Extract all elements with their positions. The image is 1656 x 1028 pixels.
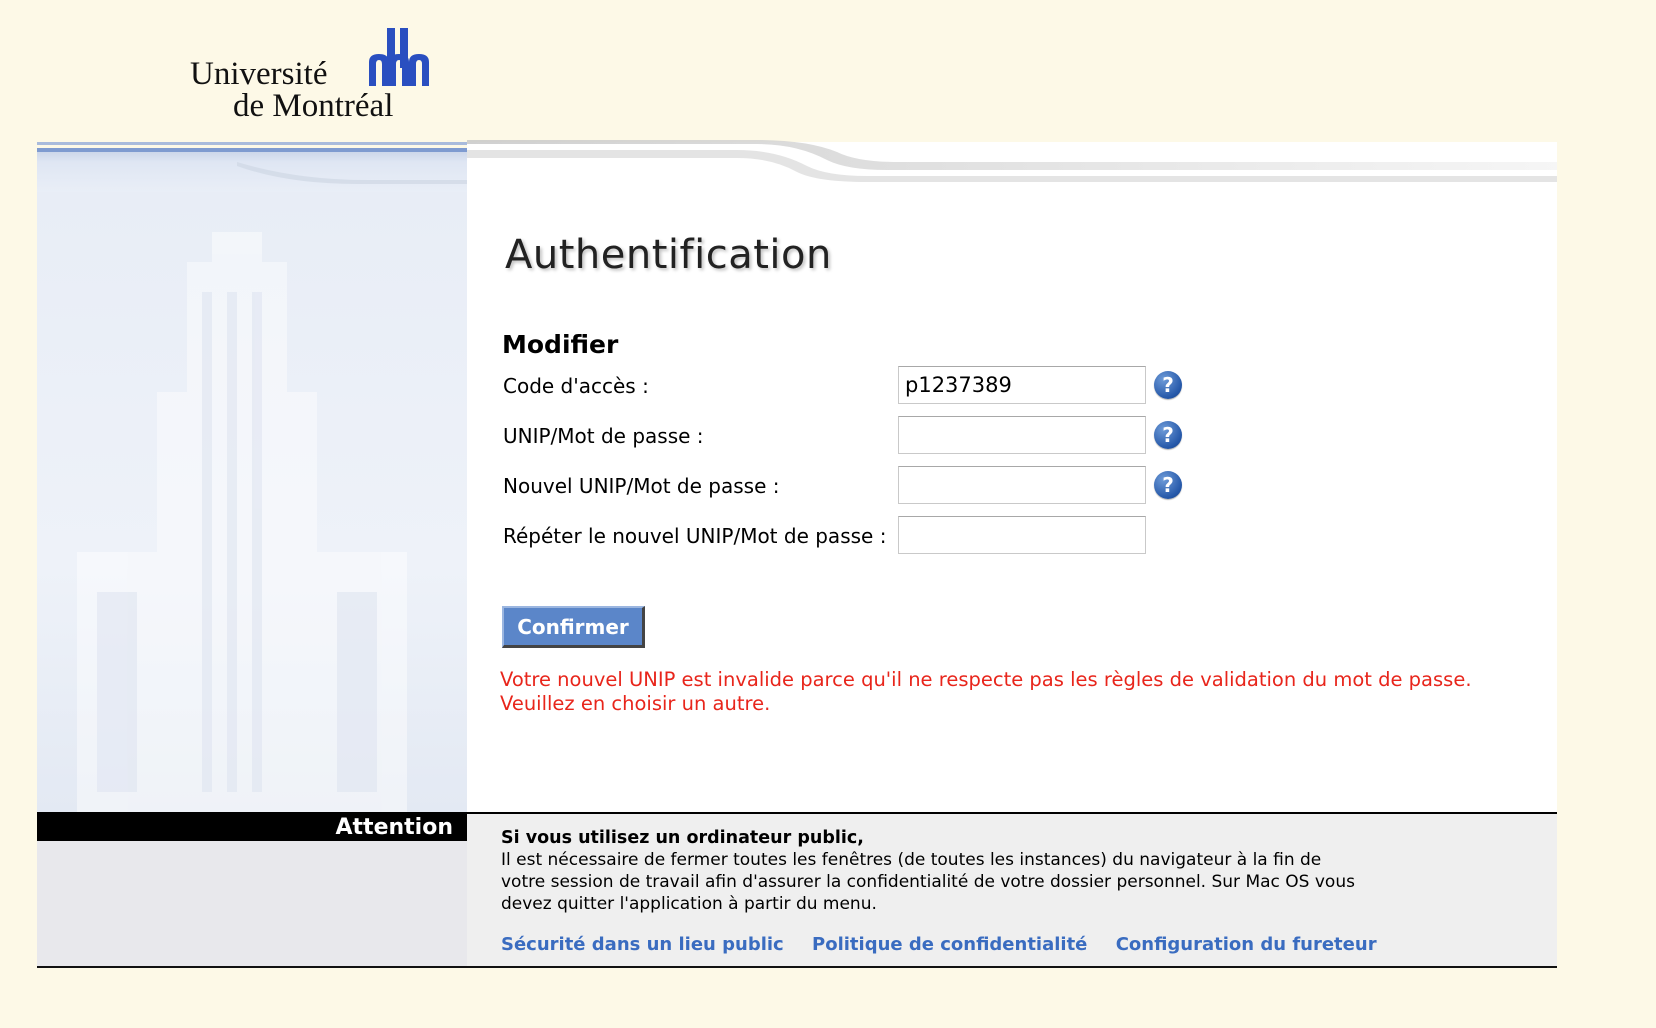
footer-left-panel: [37, 841, 467, 966]
repeat-password-label: Répéter le nouvel UNIP/Mot de passe :: [503, 524, 887, 548]
form-row-access-code: Code d'accès : ?: [503, 366, 1223, 406]
new-password-input[interactable]: [898, 466, 1146, 504]
page-subtitle: Modifier: [502, 330, 619, 359]
access-code-input[interactable]: [898, 366, 1146, 404]
link-public-security[interactable]: Sécurité dans un lieu public: [501, 934, 784, 955]
udem-logo: Université de Montréal: [190, 28, 435, 128]
link-privacy-policy[interactable]: Politique de confidentialité: [812, 934, 1087, 955]
help-icon-new-password[interactable]: ?: [1154, 471, 1182, 499]
help-icon-access-code[interactable]: ?: [1154, 371, 1182, 399]
notice-line-2: votre session de travail afin d'assurer …: [501, 872, 1355, 892]
access-code-label: Code d'accès :: [503, 374, 649, 398]
help-icon-password[interactable]: ?: [1154, 421, 1182, 449]
attention-bar: Attention: [37, 814, 467, 841]
footer-divider-bottom: [37, 966, 1557, 968]
attention-label: Attention: [335, 815, 453, 840]
header-band: [37, 140, 1557, 192]
header-swoosh: [237, 140, 1557, 184]
logo-text-line2: de Montréal: [233, 88, 394, 124]
page-title: Authentification: [505, 232, 832, 278]
udem-emblem-icon: [369, 28, 429, 86]
form-row-new-password: Nouvel UNIP/Mot de passe : ?: [503, 466, 1223, 506]
sidebar-decoration: [37, 192, 467, 812]
password-input[interactable]: [898, 416, 1146, 454]
main-panel: Authentification Modifier Code d'accès :…: [467, 192, 1557, 812]
link-browser-config[interactable]: Configuration du fureteur: [1116, 934, 1377, 955]
notice-line-3: devez quitter l'application à partir du …: [501, 894, 877, 914]
notice-body: Il est nécessaire de fermer toutes les f…: [501, 849, 1421, 915]
confirm-button[interactable]: Confirmer: [502, 606, 645, 648]
repeat-password-input[interactable]: [898, 516, 1146, 554]
password-label: UNIP/Mot de passe :: [503, 424, 704, 448]
error-line-1: Votre nouvel UNIP est invalide parce qu'…: [500, 668, 1472, 691]
error-line-2: Veuillez en choisir un autre.: [500, 692, 771, 715]
error-message: Votre nouvel UNIP est invalide parce qu'…: [500, 668, 1540, 716]
footer-notice-panel: Si vous utilisez un ordinateur public, I…: [467, 814, 1557, 966]
footer-links: Sécurité dans un lieu public Politique d…: [501, 934, 1399, 955]
notice-line-1: Il est nécessaire de fermer toutes les f…: [501, 850, 1322, 870]
building-illustration: [77, 232, 407, 812]
form-row-password: UNIP/Mot de passe : ?: [503, 416, 1223, 456]
form-row-repeat-password: Répéter le nouvel UNIP/Mot de passe :: [503, 516, 1223, 556]
notice-title: Si vous utilisez un ordinateur public,: [501, 828, 864, 848]
footer: Attention Si vous utilisez un ordinateur…: [37, 814, 1557, 966]
new-password-label: Nouvel UNIP/Mot de passe :: [503, 474, 780, 498]
